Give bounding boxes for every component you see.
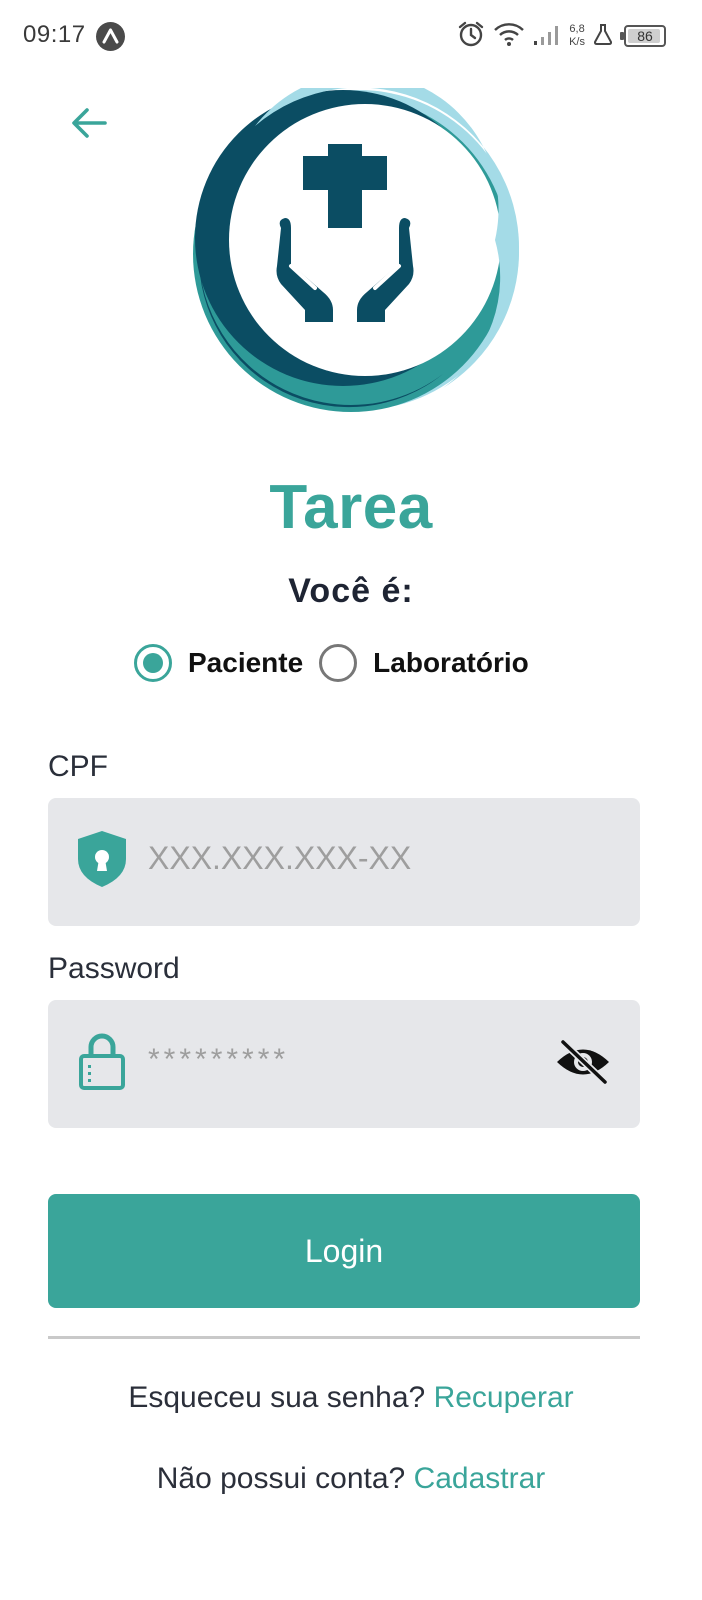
- status-icons: 6,8 K/s 86: [457, 20, 666, 52]
- radio-paciente-label: Paciente: [188, 647, 304, 678]
- password-field[interactable]: [48, 1000, 640, 1128]
- cpf-input[interactable]: [148, 832, 528, 884]
- network-speed: 6,8 K/s: [569, 23, 585, 49]
- cpf-label: CPF: [48, 750, 108, 783]
- signup-line: Não possui conta? Cadastrar: [0, 1462, 702, 1496]
- radio-unselected-indicator[interactable]: [319, 644, 358, 682]
- app-title: Tarea: [269, 473, 433, 542]
- lock-icon: [74, 1030, 130, 1092]
- forgot-password-text: Esqueceu sua senha?: [128, 1381, 426, 1414]
- status-time: 09:17: [23, 21, 86, 48]
- radio-laboratorio-label: Laboratório: [373, 647, 529, 678]
- signup-link[interactable]: Cadastrar: [414, 1462, 546, 1495]
- wifi-icon: [493, 21, 525, 52]
- network-speed-unit: K/s: [569, 36, 585, 48]
- shield-lock-icon: [74, 828, 130, 890]
- forgot-password-line: Esqueceu sua senha? Recuperar: [0, 1381, 702, 1415]
- password-label: Password: [48, 952, 180, 985]
- role-radio-group: Paciente Laboratório: [134, 640, 529, 686]
- role-question: Você é:: [288, 572, 414, 610]
- flask-icon: [593, 23, 613, 50]
- radio-laboratorio[interactable]: Laboratório: [319, 644, 529, 682]
- signal-icon: [533, 22, 561, 51]
- status-bar: 09:17 6,8 K/s 86: [0, 0, 702, 72]
- back-button[interactable]: [66, 100, 112, 146]
- network-speed-value: 6,8: [569, 23, 585, 35]
- radio-paciente[interactable]: Paciente: [134, 644, 303, 682]
- signup-text: Não possui conta?: [156, 1462, 406, 1495]
- eye-off-icon[interactable]: [554, 1038, 612, 1086]
- battery-icon: 86: [620, 25, 666, 47]
- arrow-left-icon: [72, 108, 107, 138]
- app-logo: [193, 73, 527, 414]
- alarm-icon: [457, 20, 485, 53]
- app-notification-icon: [96, 22, 125, 51]
- cpf-field[interactable]: [48, 798, 640, 926]
- battery-level: 86: [637, 28, 653, 44]
- recover-link[interactable]: Recuperar: [434, 1381, 574, 1414]
- password-input[interactable]: [148, 1034, 528, 1086]
- login-button[interactable]: Login: [48, 1194, 640, 1308]
- divider: [48, 1336, 640, 1339]
- radio-selected-indicator[interactable]: [134, 644, 172, 682]
